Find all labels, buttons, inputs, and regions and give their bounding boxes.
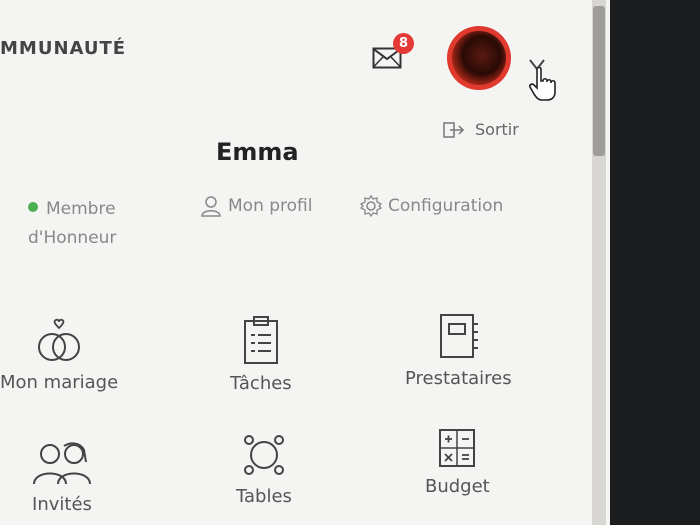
tile-label: Budget xyxy=(425,476,490,497)
status-line-2: d'Honneur xyxy=(28,228,117,248)
table-icon xyxy=(243,435,284,475)
monitor-bezel xyxy=(610,0,700,525)
avatar-image xyxy=(452,31,506,85)
configuration-label: Configuration xyxy=(388,196,504,216)
rings-icon xyxy=(38,318,81,361)
clipboard-icon xyxy=(243,316,278,364)
user-icon xyxy=(201,196,221,217)
scrollbar-thumb[interactable] xyxy=(593,6,605,156)
tile-tables[interactable]: Tables xyxy=(236,432,292,507)
profile-label: Mon profil xyxy=(228,196,313,216)
tile-mon-mariage[interactable]: Mon mariage xyxy=(0,318,118,393)
tile-label: Tables xyxy=(236,486,292,507)
user-name: Emma xyxy=(216,138,299,166)
logout-label: Sortir xyxy=(475,120,519,139)
tile-label: Mon mariage xyxy=(0,372,119,393)
gear-icon xyxy=(360,195,382,217)
avatar[interactable] xyxy=(447,26,511,90)
hand-cursor-icon xyxy=(529,66,556,101)
status-line-1: Membre xyxy=(46,199,116,219)
configuration-link[interactable]: Configuration xyxy=(360,195,503,217)
tile-prestataires[interactable]: Prestataires xyxy=(405,312,512,389)
header-title: MMUNAUTÉ xyxy=(0,38,127,59)
tile-label: Tâches xyxy=(230,373,292,394)
tile-invites[interactable]: Invités xyxy=(30,440,94,515)
guests-icon xyxy=(33,442,91,485)
logout-link[interactable]: Sortir xyxy=(443,120,519,139)
calculator-icon xyxy=(439,429,476,467)
profile-link[interactable]: Mon profil xyxy=(200,195,313,217)
tile-taches[interactable]: Tâches xyxy=(230,315,292,394)
notebook-icon xyxy=(440,314,479,358)
screen: MMUNAUTÉ 8 Sortir Emma Membre d'Honneur … xyxy=(0,0,610,525)
scrollbar[interactable] xyxy=(592,0,606,525)
tile-budget[interactable]: Budget xyxy=(425,428,490,497)
member-status: Membre d'Honneur xyxy=(28,195,116,253)
tile-label: Prestataires xyxy=(405,368,512,389)
logout-icon xyxy=(443,121,465,138)
status-dot xyxy=(28,202,38,212)
messages-badge: 8 xyxy=(393,33,414,54)
tile-label: Invités xyxy=(32,494,92,515)
